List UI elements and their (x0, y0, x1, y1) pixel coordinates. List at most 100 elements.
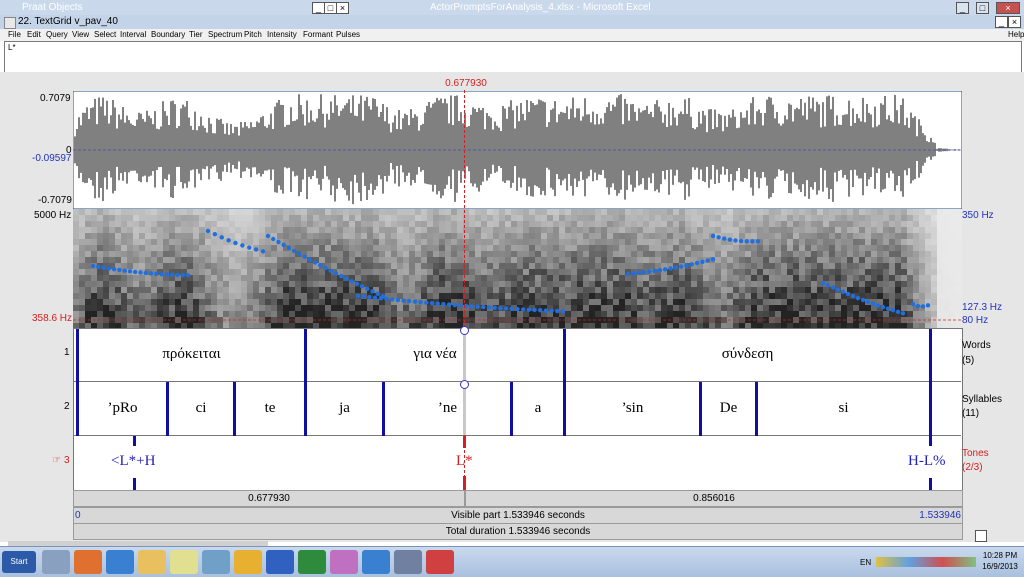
firefox-icon[interactable] (74, 550, 102, 574)
menu-select[interactable]: Select (94, 30, 116, 39)
tone-point[interactable] (929, 436, 932, 446)
praat-objects-title[interactable]: Praat Objects (22, 2, 83, 13)
syllable-boundary[interactable] (233, 382, 236, 436)
close-icon[interactable]: × (336, 2, 349, 14)
syllable-boundary[interactable] (755, 382, 758, 436)
menu-boundary[interactable]: Boundary (151, 30, 185, 39)
app-icon[interactable] (202, 550, 230, 574)
internet-explorer-icon[interactable] (362, 550, 390, 574)
internet-explorer-icon[interactable] (106, 550, 134, 574)
syllable-boundary[interactable] (382, 382, 385, 436)
group-checkbox[interactable] (975, 530, 987, 542)
syllable-interval[interactable]: ’sin (565, 400, 700, 417)
spectrogram-cell (643, 251, 649, 257)
left-duration-bar[interactable]: 0.677930 (73, 490, 465, 507)
syllable-boundary[interactable] (304, 382, 307, 436)
syllable-boundary[interactable] (166, 382, 169, 436)
tone-point[interactable] (133, 478, 136, 490)
menu-formant[interactable]: Formant (303, 30, 333, 39)
acrobat-icon[interactable] (426, 550, 454, 574)
menu-view[interactable]: View (72, 30, 89, 39)
syllable-interval[interactable]: a (512, 400, 564, 417)
spectrogram-cell (541, 287, 547, 293)
menu-interval[interactable]: Interval (120, 30, 146, 39)
close-icon[interactable]: × (1008, 16, 1021, 28)
signal-display[interactable] (73, 91, 962, 328)
word-interval[interactable]: πρόκειται (78, 346, 305, 363)
syllable-boundary[interactable] (929, 382, 932, 436)
spectrogram-cell (409, 245, 415, 251)
boundary-handle[interactable] (460, 326, 469, 335)
spectrogram-cell (919, 257, 925, 263)
visible-part-bar[interactable]: 0 Visible part 1.533946 seconds 1.533946 (73, 507, 963, 524)
word-interval[interactable]: για νέα (306, 346, 564, 363)
outlook-icon[interactable] (234, 550, 262, 574)
menu-pulses[interactable]: Pulses (336, 30, 360, 39)
syllable-interval[interactable]: De (701, 400, 756, 417)
boundary-handle[interactable] (460, 380, 469, 389)
spectrogram-cell (427, 257, 433, 263)
pitch-top-label: 350 Hz (962, 210, 994, 221)
menu-spectrum[interactable]: Spectrum (208, 30, 242, 39)
syllable-interval[interactable]: ja (306, 400, 383, 417)
word-boundary[interactable] (929, 329, 932, 382)
clock-date[interactable]: 16/9/2013 (978, 562, 1022, 571)
spectrogram-cell (289, 299, 295, 305)
menu-tier[interactable]: Tier (189, 30, 202, 39)
spectrogram-cell (169, 233, 175, 239)
syllable-boundary[interactable] (510, 382, 513, 436)
tone-point[interactable] (929, 478, 932, 490)
word-boundary[interactable] (76, 329, 79, 382)
praat-taskbar-icon[interactable] (330, 550, 358, 574)
syllable-interval[interactable]: ’pRo (78, 400, 167, 417)
folder-icon[interactable] (138, 550, 166, 574)
syllable-boundary[interactable] (76, 382, 79, 436)
tray-icons[interactable] (876, 557, 976, 567)
spectrogram-cell (607, 227, 613, 233)
syllable-boundary[interactable] (699, 382, 702, 436)
language-indicator[interactable]: EN (860, 558, 871, 567)
clock-time[interactable]: 10:28 PM (978, 551, 1022, 560)
tone-label[interactable]: <L*+H (111, 453, 155, 470)
syllable-interval[interactable]: te (235, 400, 305, 417)
syllable-interval[interactable]: ’ne (384, 400, 511, 417)
pitch-point (344, 276, 349, 281)
tone-label[interactable]: H-L% (908, 453, 946, 470)
word-icon[interactable] (266, 550, 294, 574)
game-icon[interactable] (394, 550, 422, 574)
menu-intensity[interactable]: Intensity (267, 30, 297, 39)
excel-icon[interactable] (298, 550, 326, 574)
interval-text-field[interactable]: L* (4, 41, 1022, 73)
spectrogram-cell (307, 269, 313, 275)
word-boundary[interactable] (304, 329, 307, 382)
word-boundary[interactable] (563, 329, 566, 382)
syllable-interval[interactable]: ci (168, 400, 234, 417)
start-button[interactable]: Start (2, 551, 36, 573)
excel-maximize-icon[interactable]: □ (976, 2, 989, 14)
total-duration-bar[interactable]: Total duration 1.533946 seconds (73, 523, 963, 540)
spectrogram-cell (709, 311, 715, 317)
word-interval[interactable]: σύνδεση (565, 346, 930, 363)
spectrogram-cell (379, 275, 385, 281)
excel-minimize-icon[interactable]: _ (956, 2, 969, 14)
spectrogram-cell (571, 227, 577, 233)
menu-pitch[interactable]: Pitch (244, 30, 262, 39)
tone-point[interactable] (133, 436, 136, 446)
excel-close-icon[interactable]: × (996, 2, 1020, 14)
pitch-point (90, 263, 96, 269)
menu-help[interactable]: Help (1008, 30, 1024, 39)
spectrogram-cell (541, 221, 547, 227)
syllable-interval[interactable]: si (757, 400, 930, 417)
spectrogram-cell (697, 239, 703, 245)
menu-file[interactable]: File (8, 30, 21, 39)
menu-query[interactable]: Query (46, 30, 68, 39)
spectrogram-cell (493, 281, 499, 287)
minimize-icon[interactable]: _ (995, 16, 1008, 28)
syllable-boundary[interactable] (563, 382, 566, 436)
pitch-point (890, 308, 896, 313)
notes-icon[interactable] (170, 550, 198, 574)
media-player-icon[interactable] (42, 550, 70, 574)
right-duration-bar[interactable]: 0.856016 (465, 490, 963, 507)
spectrogram-cell (361, 311, 367, 317)
menu-edit[interactable]: Edit (27, 30, 41, 39)
